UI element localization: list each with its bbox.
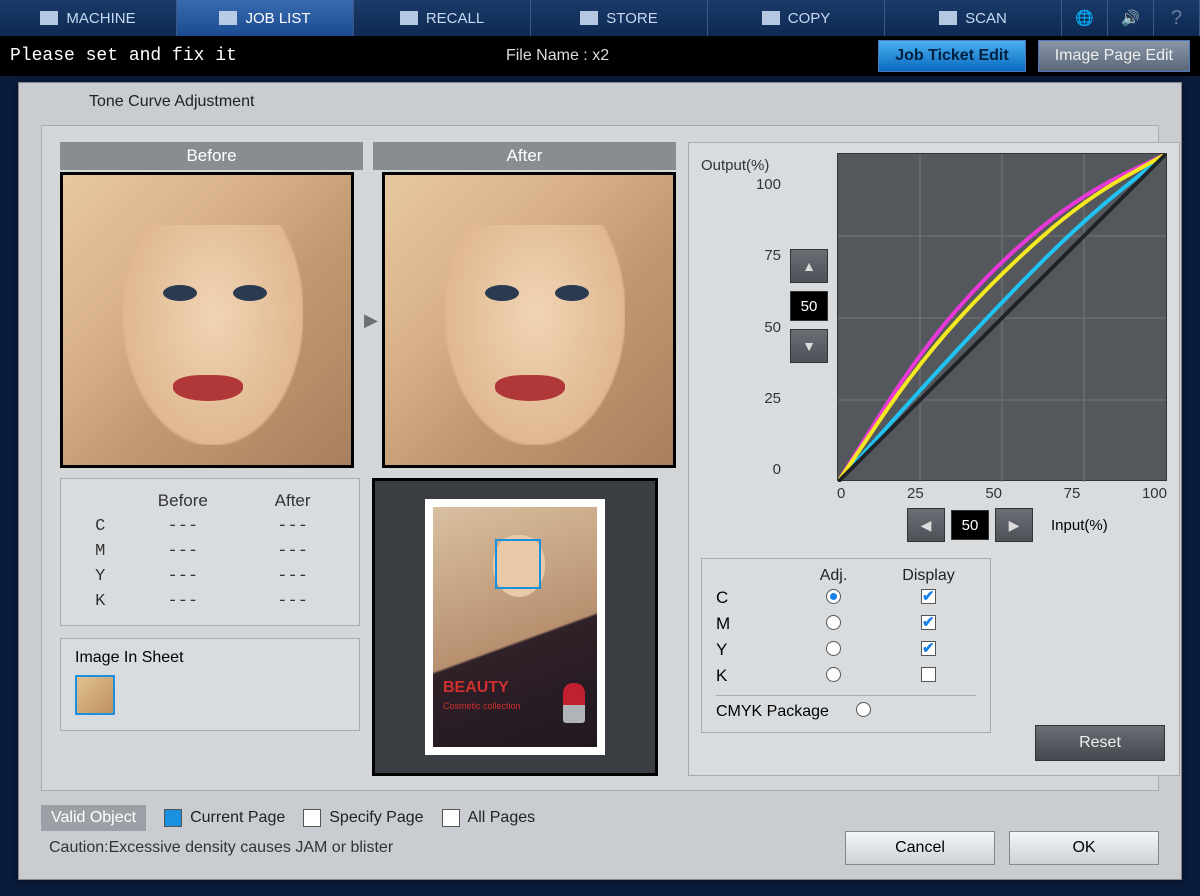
menu-copy[interactable]: COPY	[708, 0, 885, 36]
dialog-title: Tone Curve Adjustment	[19, 83, 1181, 117]
list-icon	[219, 11, 237, 25]
adj-radio-m[interactable]	[826, 615, 841, 630]
status-text: Please set and fix it	[10, 46, 237, 66]
output-up-button[interactable]: ▲	[790, 249, 828, 283]
job-ticket-edit-button[interactable]: Job Ticket Edit	[878, 40, 1026, 72]
menu-help[interactable]: ?	[1154, 0, 1200, 36]
menu-store[interactable]: STORE	[531, 0, 708, 36]
input-left-button[interactable]: ◀	[907, 508, 945, 542]
tone-curve-panel: Output(%) 100 75 50 25 0 ▲ 50 ▼	[688, 142, 1180, 776]
before-header: Before	[60, 142, 363, 170]
cancel-button[interactable]: Cancel	[845, 831, 995, 865]
menu-globe[interactable]: 🌐	[1062, 0, 1108, 36]
display-check-m[interactable]	[921, 615, 936, 630]
sub-bar: Please set and fix it File Name : x2 Job…	[0, 36, 1200, 76]
table-row: C------	[81, 515, 339, 538]
globe-icon: 🌐	[1075, 9, 1094, 27]
tone-curve-chart[interactable]	[837, 153, 1167, 481]
adj-radio-k[interactable]	[826, 667, 841, 682]
help-icon: ?	[1171, 7, 1182, 30]
image-in-sheet-panel: Image In Sheet	[60, 638, 360, 731]
menu-machine[interactable]: MACHINE	[0, 0, 177, 36]
arrow-right-icon: ▶	[364, 310, 372, 331]
table-row: K------	[81, 590, 339, 613]
table-row: Y------	[81, 565, 339, 588]
output-down-button[interactable]: ▼	[790, 329, 828, 363]
sound-icon: 🔊	[1121, 9, 1140, 27]
menu-job-list[interactable]: JOB LIST	[177, 0, 354, 36]
adj-row-y: Y	[716, 637, 976, 663]
after-preview[interactable]	[382, 172, 676, 468]
input-right-button[interactable]: ▶	[995, 508, 1033, 542]
copy-icon	[762, 11, 780, 25]
recall-icon	[400, 11, 418, 25]
table-row: M------	[81, 540, 339, 563]
cmyk-package-radio[interactable]	[856, 702, 871, 717]
cmyk-values-table: BeforeAfter C------ M------ Y------ K---…	[60, 478, 360, 626]
ok-button[interactable]: OK	[1009, 831, 1159, 865]
image-in-sheet-label: Image In Sheet	[75, 649, 345, 667]
output-axis-label: Output(%)	[701, 157, 769, 174]
before-preview[interactable]	[60, 172, 354, 468]
adj-display-panel: Adj.Display CMYK CMYK Package	[701, 558, 991, 733]
image-page-edit-button[interactable]: Image Page Edit	[1038, 40, 1190, 72]
display-check-y[interactable]	[921, 641, 936, 656]
input-axis-label: Input(%)	[1051, 517, 1108, 534]
input-value[interactable]: 50	[951, 510, 989, 540]
caution-text: Caution:Excessive density causes JAM or …	[49, 839, 831, 857]
document-preview[interactable]: BEAUTYCosmetic collection	[372, 478, 658, 776]
display-check-c[interactable]	[921, 589, 936, 604]
menu-scan[interactable]: SCAN	[885, 0, 1062, 36]
store-icon	[580, 11, 598, 25]
cmyk-package-label: CMYK Package	[716, 703, 856, 721]
after-header: After	[373, 142, 676, 170]
adj-row-c: C	[716, 585, 976, 611]
reset-button[interactable]: Reset	[1035, 725, 1165, 761]
adj-radio-y[interactable]	[826, 641, 841, 656]
file-name-display: File Name : x2	[249, 47, 866, 65]
adj-row-k: K	[716, 663, 976, 689]
machine-icon	[40, 11, 58, 25]
menu-recall[interactable]: RECALL	[354, 0, 531, 36]
selection-rect[interactable]	[495, 539, 541, 589]
adj-radio-c[interactable]	[826, 589, 841, 604]
adj-row-m: M	[716, 611, 976, 637]
tone-curve-dialog: Tone Curve Adjustment Before After ▶	[18, 82, 1182, 880]
menu-sound[interactable]: 🔊	[1108, 0, 1154, 36]
display-check-k[interactable]	[921, 667, 936, 682]
top-menu: MACHINE JOB LIST RECALL STORE COPY SCAN …	[0, 0, 1200, 36]
scan-icon	[939, 11, 957, 25]
sheet-thumbnail[interactable]	[75, 675, 115, 715]
output-value[interactable]: 50	[790, 291, 828, 321]
